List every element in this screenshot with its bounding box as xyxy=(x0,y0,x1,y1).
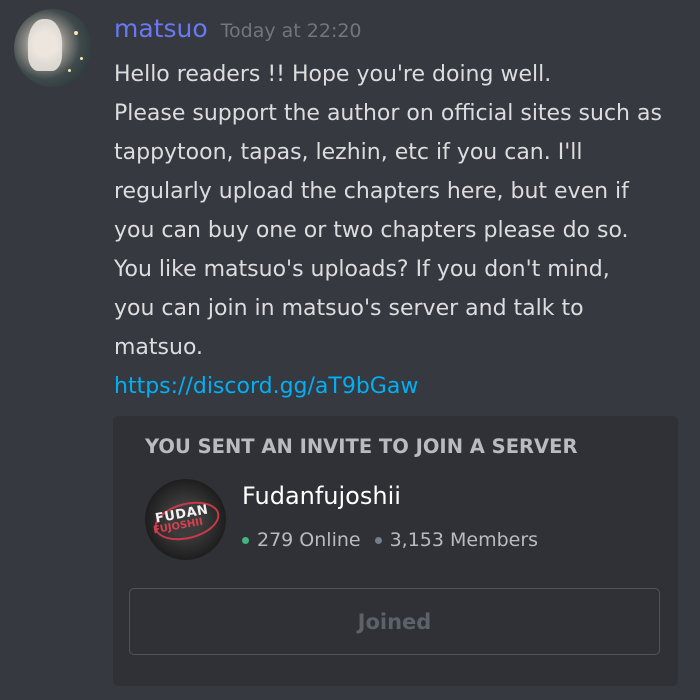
message-line: regularly upload the chapters here, but … xyxy=(114,179,629,204)
message-line: you can buy one or two chapters please d… xyxy=(114,218,629,243)
avatar-light xyxy=(80,57,83,60)
avatar-light xyxy=(68,69,71,72)
invite-title: YOU SENT AN INVITE TO JOIN A SERVER xyxy=(145,435,578,458)
online-count: 279 Online xyxy=(257,529,361,551)
chat-message: matsuo Today at 22:20 Hello readers !! H… xyxy=(0,0,700,700)
invite-link[interactable]: https://discord.gg/aT9bGaw xyxy=(114,367,694,406)
server-icon[interactable]: FUDAN FUJOSHII xyxy=(145,479,226,560)
message-header: matsuo Today at 22:20 xyxy=(114,14,362,50)
message-line: tappytoon, tapas, lezhin, etc if you can… xyxy=(114,140,583,165)
server-stats: 279 Online 3,153 Members xyxy=(242,529,538,551)
joined-button[interactable]: Joined xyxy=(129,588,660,655)
message-line: Hello readers !! Hope you're doing well. xyxy=(114,62,552,87)
message-line: you can join in matsuo's server and talk… xyxy=(114,296,584,321)
server-name[interactable]: Fudanfujoshii xyxy=(242,482,401,510)
user-avatar-icon[interactable] xyxy=(14,9,92,87)
online-status-icon xyxy=(242,536,249,544)
timestamp: Today at 22:20 xyxy=(220,20,362,42)
username[interactable]: matsuo xyxy=(114,14,208,43)
message-content: Hello readers !! Hope you're doing well.… xyxy=(114,55,694,406)
server-invite-card: YOU SENT AN INVITE TO JOIN A SERVER FUDA… xyxy=(113,416,678,686)
avatar-figure xyxy=(28,19,62,71)
message-line: matsuo. xyxy=(114,335,204,360)
member-count: 3,153 Members xyxy=(389,529,539,551)
members-status-icon xyxy=(374,536,382,544)
message-line: You like matsuo's uploads? If you don't … xyxy=(114,257,610,282)
message-line: Please support the author on official si… xyxy=(114,101,662,126)
avatar-light xyxy=(74,31,78,35)
